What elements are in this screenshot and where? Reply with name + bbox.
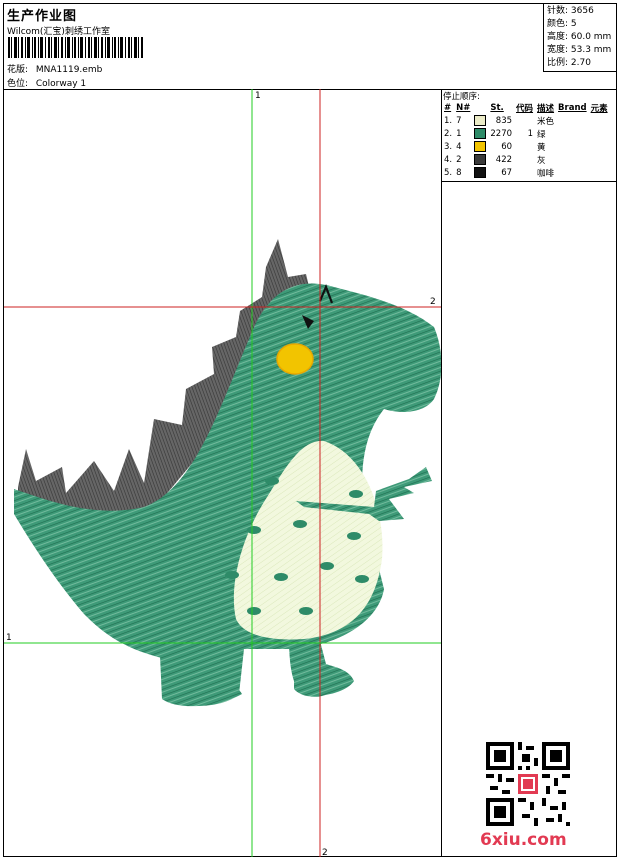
cheek-spot xyxy=(276,343,314,375)
guide-label-v1: 1 xyxy=(255,91,261,101)
right-leg xyxy=(289,637,354,696)
header: 生产作业图 Wilcom(汇宝)刺绣工作室 花版: MNA1119.emb 色位… xyxy=(4,4,616,90)
guide-label-h1: 1 xyxy=(6,633,12,643)
colorway-name: Colorway 1 xyxy=(35,79,87,89)
design-height: 高度: 60.0 mm xyxy=(547,32,612,42)
row-needle: 8 xyxy=(456,167,462,178)
row-index: 3. xyxy=(444,141,453,152)
row-needle: 1 xyxy=(456,128,462,139)
stats-box: 针数: 3656 颜色: 5 高度: 60.0 mm 宽度: 53.3 mm 比… xyxy=(543,4,616,72)
guide-label-v2: 2 xyxy=(322,848,328,857)
col-desc: 描述 xyxy=(537,104,555,114)
table-header-row: # N# St. 代码 描述 Brand 元素 xyxy=(442,102,610,114)
row-stitches: 835 xyxy=(495,115,513,126)
col-needle: N# xyxy=(456,103,471,113)
stop-sequence-table: # N# St. 代码 描述 Brand 元素 1. 7 835 米色 2. 1… xyxy=(442,102,610,179)
col-brand: Brand xyxy=(558,103,587,113)
row-index: 2. xyxy=(444,128,453,139)
col-stitches: St. xyxy=(490,103,504,113)
table-row: 5. 8 67 咖啡 xyxy=(442,166,610,179)
col-element: 元素 xyxy=(590,104,608,114)
color-swatch xyxy=(474,115,487,126)
stitch-count: 针数: 3656 xyxy=(547,6,594,16)
page-title: 生产作业图 xyxy=(7,9,78,24)
row-desc: 黄 xyxy=(537,142,546,153)
color-swatch-cell xyxy=(472,153,488,166)
row-code xyxy=(514,114,535,127)
design-file: MNA1119.emb xyxy=(35,65,103,75)
qr-code xyxy=(486,742,570,826)
row-desc: 灰 xyxy=(537,155,546,166)
row-needle: 2 xyxy=(456,154,462,165)
row-index: 1. xyxy=(444,115,453,126)
stop-sequence-heading: 停止顺序: xyxy=(443,92,480,102)
row-stitches: 67 xyxy=(501,167,513,178)
row-desc: 咖啡 xyxy=(537,168,555,179)
color-swatch xyxy=(474,128,487,139)
dinosaur-embroidery: 1 2 1 2 xyxy=(4,89,441,857)
color-swatch-cell xyxy=(472,127,488,140)
row-desc: 绿 xyxy=(537,129,546,140)
guide-label-h2: 2 xyxy=(430,297,436,307)
row-stitches: 60 xyxy=(501,141,513,152)
row-needle: 4 xyxy=(456,141,462,152)
stop-sequence-panel: 停止顺序: # N# St. 代码 描述 Brand 元素 1. 7 835 米… xyxy=(441,89,616,182)
design-width: 宽度: 53.3 mm xyxy=(547,45,612,55)
color-swatch-cell xyxy=(472,166,488,179)
color-count: 颜色: 5 xyxy=(547,19,577,29)
design-canvas: 1 2 1 2 xyxy=(4,89,442,857)
col-swatch xyxy=(472,102,488,114)
row-code: 1 xyxy=(527,128,534,139)
row-code xyxy=(514,166,535,179)
row-desc: 米色 xyxy=(537,116,555,127)
row-code xyxy=(514,153,535,166)
row-code xyxy=(514,140,535,153)
colorway-line: 色位: Colorway 1 xyxy=(7,76,86,89)
col-index: # xyxy=(444,103,452,113)
color-swatch xyxy=(474,167,487,178)
site-watermark: 6xiu.com xyxy=(480,830,567,850)
color-swatch xyxy=(474,141,487,152)
color-swatch-cell xyxy=(472,140,488,153)
table-row: 2. 1 2270 1 绿 xyxy=(442,127,610,140)
design-label: 花版: xyxy=(7,65,29,75)
studio-name: Wilcom(汇宝)刺绣工作室 xyxy=(7,27,110,37)
row-stitches: 422 xyxy=(495,154,513,165)
table-row: 3. 4 60 黄 xyxy=(442,140,610,153)
col-code: 代码 xyxy=(516,104,534,114)
row-index: 4. xyxy=(444,154,453,165)
design-scale: 比例: 2.70 xyxy=(547,58,591,68)
design-file-line: 花版: MNA1119.emb xyxy=(7,62,102,75)
row-stitches: 2270 xyxy=(490,128,513,139)
barcode xyxy=(8,37,143,58)
color-swatch-cell xyxy=(472,114,488,127)
row-needle: 7 xyxy=(456,115,462,126)
color-swatch xyxy=(474,154,487,165)
table-row: 1. 7 835 米色 xyxy=(442,114,610,127)
table-row: 4. 2 422 灰 xyxy=(442,153,610,166)
row-index: 5. xyxy=(444,167,453,178)
colorway-label: 色位: xyxy=(7,79,29,89)
document-frame: 生产作业图 Wilcom(汇宝)刺绣工作室 花版: MNA1119.emb 色位… xyxy=(3,3,617,857)
